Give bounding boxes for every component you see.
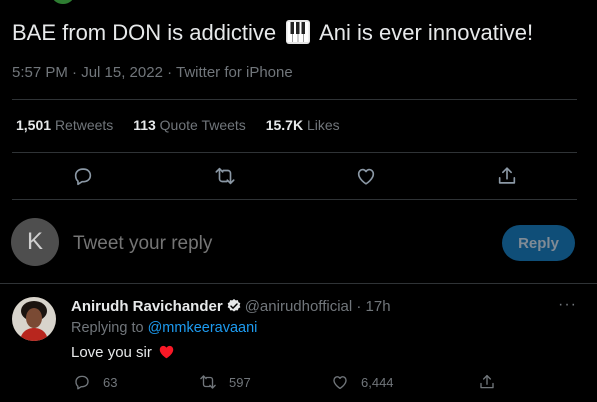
reply-actions: 63 597 6,444 <box>0 373 597 393</box>
avatar[interactable] <box>12 297 56 341</box>
reply-icon <box>75 375 89 390</box>
reply-handle-time[interactable]: @anirudhofficial · 17h <box>245 298 391 315</box>
reply-header: Anirudh Ravichander @anirudhofficial · 17… <box>71 298 391 315</box>
reply-icon[interactable] <box>72 165 94 187</box>
quote-tweets-stat[interactable]: 113 Quote Tweets <box>133 117 246 133</box>
reply-button[interactable]: Reply <box>502 225 575 261</box>
divider <box>12 99 577 100</box>
tweet-stats: 1,501 Retweets 113 Quote Tweets 15.7K Li… <box>16 117 356 133</box>
piano-emoji-icon <box>286 20 311 44</box>
previous-avatar-stub <box>52 0 74 4</box>
verified-badge-icon <box>227 299 241 312</box>
tweet-meta[interactable]: 5:57 PM · Jul 15, 2022 · Twitter for iPh… <box>12 64 293 81</box>
retweet-icon[interactable] <box>214 165 236 187</box>
more-options-icon[interactable]: ··· <box>558 296 577 314</box>
replying-to: Replying to @mmkeeravaani <box>71 320 258 336</box>
share-action[interactable] <box>478 373 508 391</box>
retweet-action[interactable]: 597 <box>199 373 251 391</box>
retweet-count: 597 <box>229 374 251 390</box>
reply-action[interactable]: 63 <box>73 373 117 391</box>
share-icon[interactable] <box>496 165 518 187</box>
mention-link[interactable]: @mmkeeravaani <box>148 320 258 336</box>
tweet-actions <box>0 162 597 190</box>
tweet-text-part-2: Ani is ever innovative! <box>319 20 534 45</box>
reply-author-name[interactable]: Anirudh Ravichander <box>71 298 223 315</box>
reply-text: Love you sir <box>71 343 175 361</box>
like-count: 6,444 <box>361 374 394 390</box>
reply-input[interactable] <box>73 233 453 255</box>
user-avatar[interactable]: K <box>11 218 59 266</box>
share-icon <box>480 374 494 389</box>
retweets-stat[interactable]: 1,501 Retweets <box>16 117 113 133</box>
divider <box>12 152 577 153</box>
divider <box>0 283 597 284</box>
retweet-icon <box>200 375 216 389</box>
tweet-text-part-1: BAE from DON is addictive <box>12 20 277 45</box>
red-heart-emoji-icon <box>159 345 174 359</box>
divider <box>12 199 577 200</box>
likes-stat[interactable]: 15.7K Likes <box>266 117 340 133</box>
tweet-text: BAE from DON is addictive Ani is ever in… <box>12 18 533 48</box>
like-action[interactable]: 6,444 <box>331 373 394 391</box>
like-icon <box>333 376 347 390</box>
like-icon[interactable] <box>355 165 377 187</box>
reply-count: 63 <box>103 374 118 390</box>
